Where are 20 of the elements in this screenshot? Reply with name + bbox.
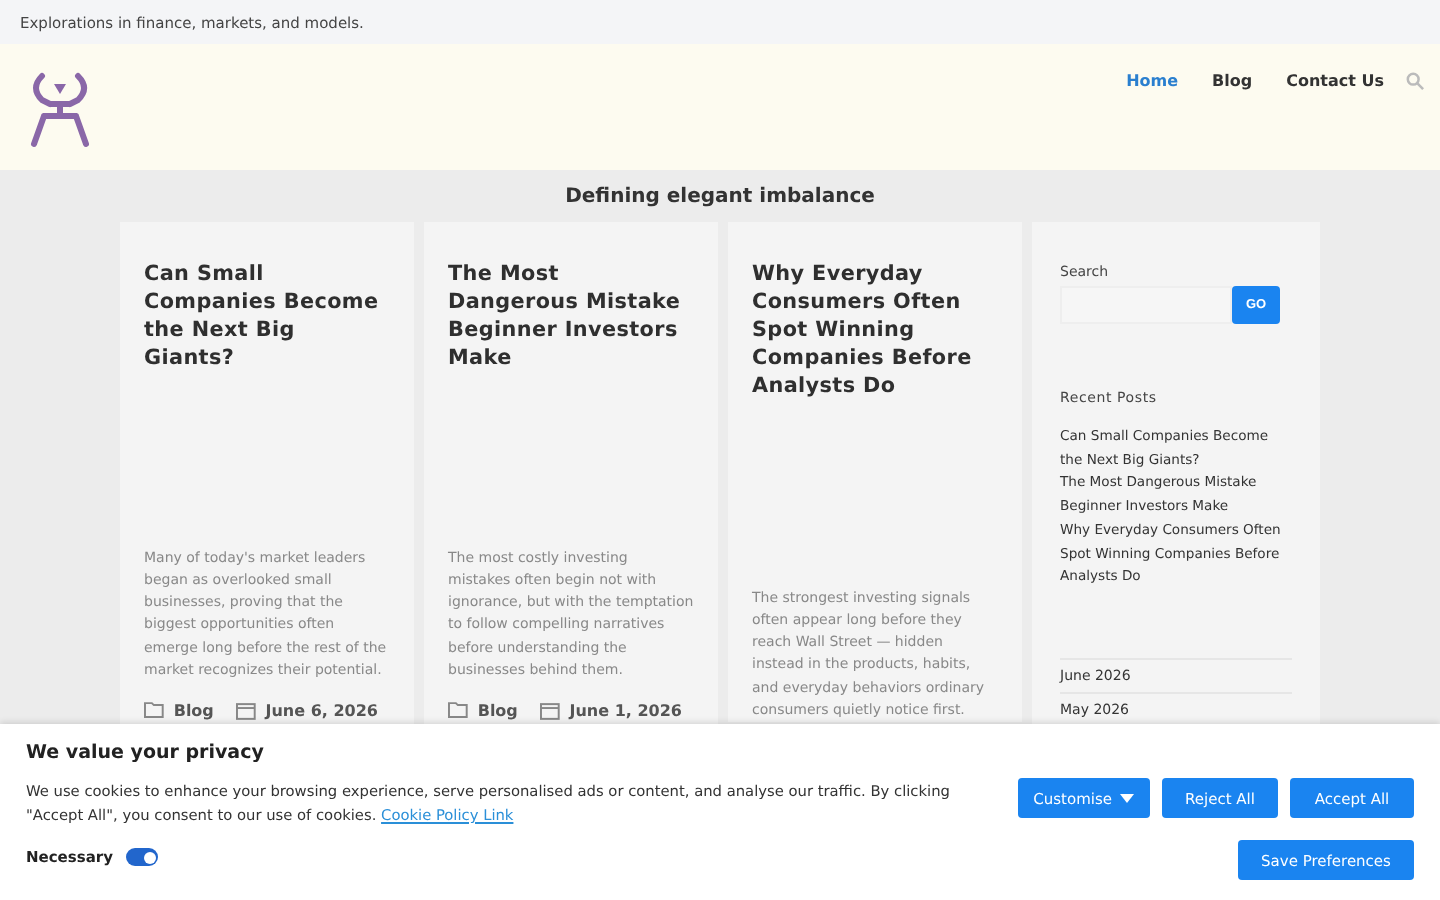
figure-logo-icon[interactable] — [26, 68, 94, 148]
cookie-banner-title: We value your privacy — [26, 742, 266, 764]
necessary-toggle[interactable] — [126, 848, 159, 866]
calendar-icon — [539, 701, 560, 719]
post-date: June 1, 2026 — [569, 701, 682, 719]
calendar-icon — [235, 701, 256, 719]
folder-icon — [144, 702, 164, 718]
caret-icon — [1120, 793, 1134, 803]
nav-link[interactable]: Blog — [1212, 72, 1253, 90]
post-category[interactable]: Blog — [477, 701, 518, 719]
page-title: Defining elegant imbalance — [565, 186, 875, 208]
post-title[interactable]: Why Everyday Consumers Often Spot Winning Companies Before Analysts Do — [752, 260, 998, 400]
nav-link[interactable]: Contact Us — [1286, 72, 1384, 90]
post-category[interactable]: Blog — [173, 701, 214, 719]
post-title[interactable]: The Most Dangerous Mistake Beginner Investors Make — [448, 260, 694, 372]
post-title[interactable]: Can Small Companies Become the Next Big Giants? — [144, 260, 390, 372]
post-date: June 6, 2026 — [265, 701, 378, 719]
nav-link[interactable]: Home — [1126, 72, 1179, 90]
search-field[interactable] — [1060, 286, 1232, 324]
folder-icon — [448, 702, 468, 718]
